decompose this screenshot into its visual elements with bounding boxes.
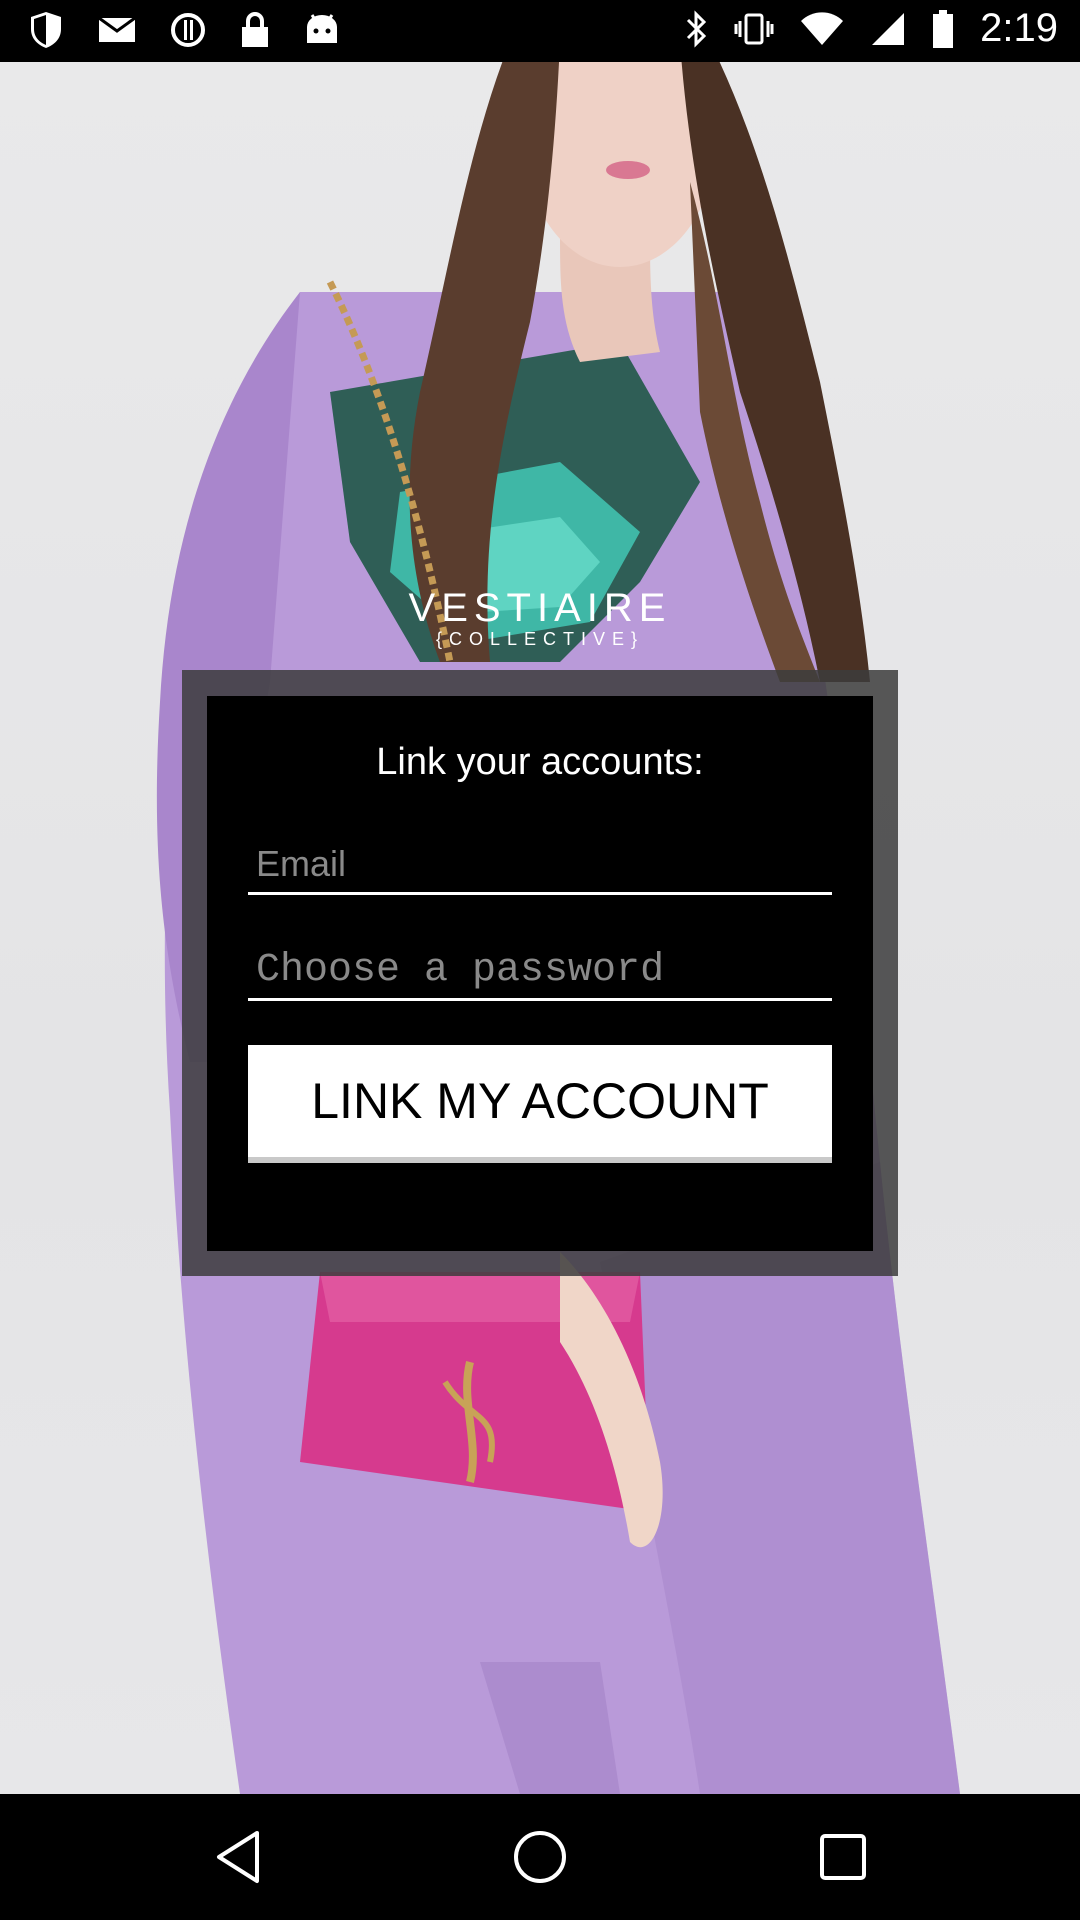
system-icons: 2:19: [684, 6, 1058, 51]
password-field[interactable]: [248, 942, 832, 998]
navigation-bar: [0, 1794, 1080, 1920]
recent-apps-icon: [820, 1834, 866, 1880]
mail-icon: [98, 15, 136, 45]
brand-logo: VESTIAIRE {COLLECTIVE}: [0, 588, 1080, 650]
status-bar: 2:19: [0, 0, 1080, 62]
shield-icon: [28, 10, 64, 50]
email-field[interactable]: [248, 836, 832, 892]
alert-circle-icon: [170, 12, 206, 48]
notification-icons: [28, 10, 340, 50]
signal-icon: [870, 11, 906, 47]
logo-subtitle: {COLLECTIVE}: [435, 629, 645, 649]
home-icon: [514, 1831, 566, 1883]
password-field-container: [248, 942, 832, 1001]
vibrate-icon: [734, 9, 774, 49]
status-time: 2:19: [980, 6, 1058, 50]
logo-wordmark: VESTIAIRE: [408, 586, 672, 630]
link-accounts-dialog: Link your accounts: LINK MY ACCOUNT: [207, 696, 873, 1251]
wifi-icon: [800, 11, 844, 47]
screen: 2:19 VESTIAIRE {COLLECTIVE} Link your ac…: [0, 0, 1080, 1920]
lock-icon: [240, 11, 270, 49]
back-icon: [217, 1831, 259, 1883]
back-button[interactable]: [205, 1824, 271, 1890]
android-icon: [304, 13, 340, 47]
dialog-title: Link your accounts:: [376, 741, 704, 783]
email-field-container: [248, 836, 832, 895]
home-button[interactable]: [507, 1824, 573, 1890]
bluetooth-icon: [684, 9, 708, 49]
recent-apps-button[interactable]: [810, 1824, 876, 1890]
battery-icon: [932, 9, 954, 49]
link-my-account-button[interactable]: LINK MY ACCOUNT: [248, 1045, 832, 1163]
